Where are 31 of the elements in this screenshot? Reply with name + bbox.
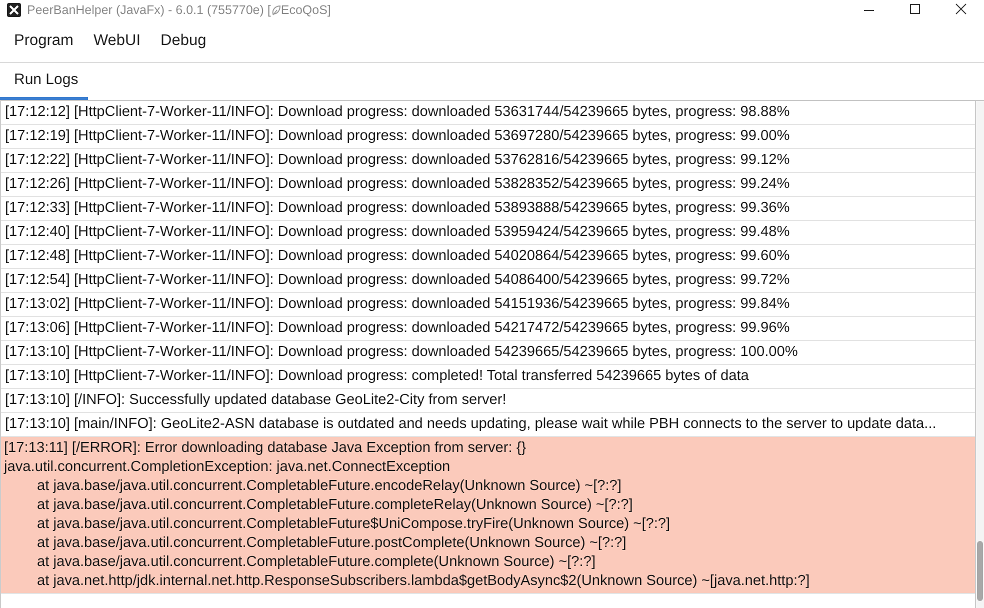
stack-trace-line: at java.base/java.util.concurrent.CompletableFuture.postComplete(Unknown Source) ~[?:?] bbox=[37, 534, 626, 553]
log-line: [17:12:19] [HttpClient-7-Worker-11/INFO]: Download progress: downloaded 53697280/54239665 bytes, progress: 99.00% bbox=[4, 127, 791, 146]
log-line: [17:12:12] [HttpClient-7-Worker-11/INFO]: Download progress: downloaded 53631744/54239665 bytes, progress: 98.88% bbox=[4, 103, 791, 122]
stack-trace-line: at java.base/java.util.concurrent.CompletableFuture.completeRelay(Unknown Source) ~[?:?] bbox=[37, 496, 633, 515]
exception-line: java.util.concurrent.CompletionException: java.net.ConnectException bbox=[4, 458, 450, 477]
log-line: [17:13:06] [HttpClient-7-Worker-11/INFO]: Download progress: downloaded 54217472/54239665 bytes, progress: 99.96% bbox=[4, 319, 791, 338]
log-line: [17:12:40] [HttpClient-7-Worker-11/INFO]: Download progress: downloaded 53959424/54239665 bytes, progress: 99.48% bbox=[4, 223, 791, 242]
efficiency-mode-label: EcoQoS] bbox=[280, 3, 331, 17]
log-line: [17:12:26] [HttpClient-7-Worker-11/INFO]: Download progress: downloaded 53828352/54239665 bytes, progress: 99.24% bbox=[4, 175, 791, 194]
log-line: [17:13:10] [HttpClient-7-Worker-11/INFO]: Download progress: downloaded 54239665/54239665 bytes, progress: 100.00% bbox=[4, 343, 799, 362]
menu-item[interactable]: Debug bbox=[150, 26, 216, 56]
log-line: [17:12:22] [HttpClient-7-Worker-11/INFO]: Download progress: downloaded 53762816/54239665 bytes, progress: 99.12% bbox=[4, 151, 791, 170]
window-title: PeerBanHelper (JavaFx) - 6.0.1 (755770e) [ bbox=[27, 3, 271, 17]
leaf-icon bbox=[270, 4, 281, 16]
log-line: [17:12:48] [HttpClient-7-Worker-11/INFO]: Download progress: downloaded 54020864/54239665 bytes, progress: 99.60% bbox=[4, 247, 791, 266]
tab[interactable]: Run Logs bbox=[0, 71, 88, 100]
log-line: [17:13:10] [/INFO]: Successfully updated database GeoLite2-City from server! bbox=[4, 391, 508, 410]
log-message: [17:13:11] [/ERROR]: Error downloading database Java Exception from server: {} bbox=[4, 439, 526, 458]
stack-trace-line: at java.net.http/jdk.internal.net.http.ResponseSubscribers.lambda$getBodyAsync$2(Unknown Source) ~[java.net.http:?] bbox=[37, 572, 810, 591]
log-line: [17:13:02] [HttpClient-7-Worker-11/INFO]: Download progress: downloaded 54151936/54239665 bytes, progress: 99.84% bbox=[4, 295, 791, 314]
stack-trace-line: at java.base/java.util.concurrent.CompletableFuture.encodeRelay(Unknown Source) ~[?:?] bbox=[37, 477, 622, 496]
app-icon bbox=[7, 3, 21, 17]
menu-item[interactable]: WebUI bbox=[83, 26, 151, 56]
scrollbar[interactable] bbox=[976, 101, 984, 608]
log-line: [17:12:33] [HttpClient-7-Worker-11/INFO]: Download progress: downloaded 53893888/54239665 bytes, progress: 99.36% bbox=[4, 199, 791, 218]
log-line: [17:12:54] [HttpClient-7-Worker-11/INFO]: Download progress: downloaded 54086400/54239665 bytes, progress: 99.72% bbox=[4, 271, 791, 290]
log-line: [17:13:10] [main/INFO]: GeoLite2-ASN database is outdated and needs updating, please wait while PBH connects to the server to update data... bbox=[4, 415, 938, 434]
stack-trace-line: at java.base/java.util.concurrent.CompletableFuture.complete(Unknown Source) ~[?:?] bbox=[37, 553, 596, 572]
menu-item[interactable]: Program bbox=[4, 26, 84, 56]
log-line: [17:13:10] [HttpClient-7-Worker-11/INFO]: Download progress: completed! Total transferred 54239665 bytes of data bbox=[4, 367, 750, 386]
stack-trace-line: at java.base/java.util.concurrent.CompletableFuture$UniCompose.tryFire(Unknown Source) ~[?:?] bbox=[37, 515, 670, 534]
